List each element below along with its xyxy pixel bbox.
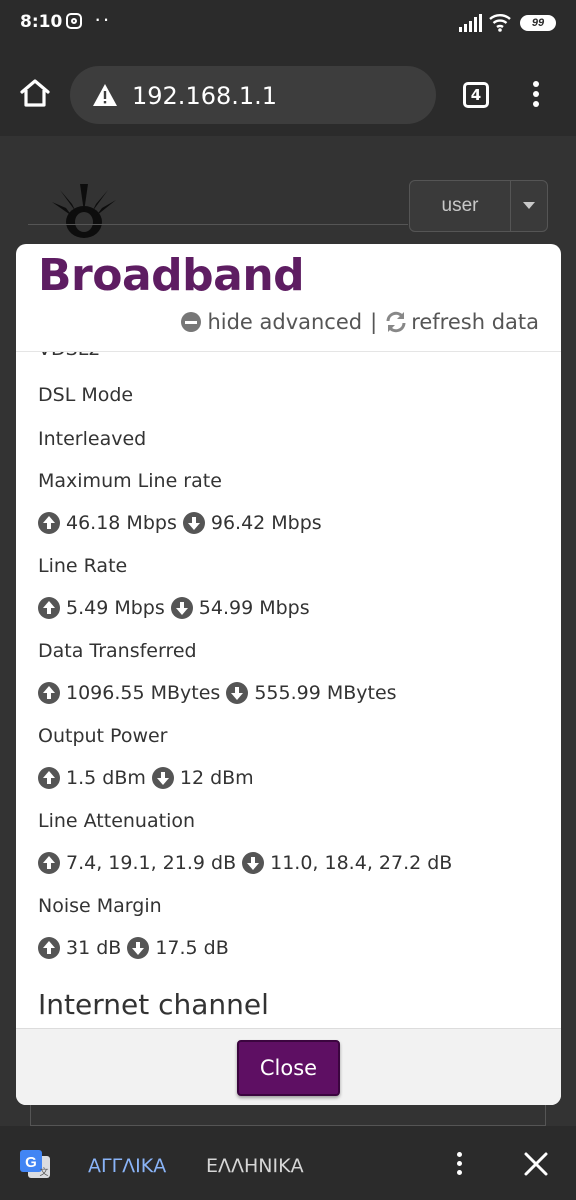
modal-title: Broadband <box>38 250 305 301</box>
status-time: 8:10 <box>20 12 63 32</box>
rate-row: 7.4, 19.1, 21.9 dB 11.0, 18.4, 27.2 dB <box>38 852 452 874</box>
field-value: Interleaved <box>38 428 147 450</box>
rate-row: 46.18 Mbps 96.42 Mbps <box>38 512 322 534</box>
field-label: Data Transferred <box>38 640 197 662</box>
user-role-select[interactable]: user <box>409 180 548 232</box>
signal-icon <box>459 14 482 32</box>
status-bar: 8:10 ·· 99 <box>0 0 576 48</box>
upstream-value: 7.4, 19.1, 21.9 dB <box>66 852 237 874</box>
field-label: Line Rate <box>38 555 128 577</box>
rate-row: 5.49 Mbps 54.99 Mbps <box>38 597 310 619</box>
arrow-down-icon <box>170 597 193 619</box>
field-label: Output Power <box>38 725 168 747</box>
arrow-up-icon <box>38 682 60 704</box>
wifi-icon <box>489 14 511 32</box>
arrow-down-icon <box>182 512 205 534</box>
field-label: Maximum Line rate <box>38 470 222 492</box>
user-role-value[interactable]: user <box>410 181 510 231</box>
url-text[interactable]: 192.168.1.1 <box>132 82 277 110</box>
downstream-value: 12 dBm <box>179 767 254 789</box>
google-translate-icon[interactable]: G 文 <box>18 1148 52 1180</box>
tab-switcher-button[interactable]: 4 <box>463 82 489 108</box>
dsl-type-value: VDSL2 <box>38 352 100 360</box>
arrow-up-icon <box>38 767 60 789</box>
rate-row: 1.5 dBm 12 dBm <box>38 767 254 789</box>
select-divider <box>510 181 511 231</box>
site-logo <box>52 184 116 238</box>
hide-advanced-link[interactable]: hide advanced <box>207 310 362 334</box>
home-icon[interactable] <box>18 78 52 108</box>
field-label: DSL Mode <box>38 384 134 406</box>
address-bar[interactable]: 192.168.1.1 <box>70 66 436 124</box>
target-language-tab[interactable]: ΕΛΛΗΝΙΚΑ <box>206 1155 304 1177</box>
svg-text:G: G <box>25 1154 37 1171</box>
source-language-tab[interactable]: ΑΓΓΛΙΚΑ <box>88 1155 166 1177</box>
close-icon[interactable] <box>522 1150 550 1178</box>
downstream-value: 555.99 MBytes <box>254 682 397 704</box>
arrow-up-icon <box>38 937 60 959</box>
downstream-value: 11.0, 18.4, 27.2 dB <box>270 852 453 874</box>
actions-separator: | <box>370 310 378 334</box>
upstream-value: 31 dB <box>66 937 122 959</box>
chevron-down-icon[interactable] <box>523 202 535 209</box>
warning-icon[interactable] <box>92 83 118 107</box>
translate-bar: G 文 ΑΓΓΛΙΚΑ ΕΛΛΗΝΙΚΑ <box>0 1126 576 1200</box>
arrow-up-icon <box>38 852 60 874</box>
background-panel <box>30 1104 546 1126</box>
rate-row: 31 dB 17.5 dB <box>38 937 229 959</box>
instagram-icon <box>66 13 82 29</box>
battery-icon: 99 <box>520 15 556 31</box>
field-label: Line Attenuation <box>38 810 196 832</box>
downstream-value: 96.42 Mbps <box>210 512 322 534</box>
modal-body[interactable]: VDSL2 DSL Mode Interleaved Maximum Line … <box>16 352 561 1028</box>
upstream-value: 1.5 dBm <box>66 767 146 789</box>
refresh-data-link[interactable]: refresh data <box>411 310 539 334</box>
refresh-icon[interactable] <box>385 311 407 333</box>
more-notifications-icon: ·· <box>94 6 111 31</box>
rate-row: 1096.55 MBytes 555.99 MBytes <box>38 682 397 704</box>
arrow-down-icon <box>242 852 265 874</box>
translate-menu-icon[interactable] <box>449 1152 469 1178</box>
arrow-up-icon <box>38 597 60 619</box>
arrow-down-icon <box>127 937 150 959</box>
browser-menu-icon[interactable] <box>526 81 546 111</box>
section-heading: Internet channel <box>38 988 269 1021</box>
downstream-value: 54.99 Mbps <box>198 597 310 619</box>
downstream-value: 17.5 dB <box>155 937 229 959</box>
upstream-value: 1096.55 MBytes <box>66 682 221 704</box>
arrow-down-icon <box>151 767 174 789</box>
upstream-value: 46.18 Mbps <box>66 512 177 534</box>
minus-circle-icon[interactable] <box>181 312 202 332</box>
modal-footer: Close <box>16 1028 561 1105</box>
upstream-value: 5.49 Mbps <box>66 597 165 619</box>
svg-text:文: 文 <box>39 1166 48 1178</box>
arrow-down-icon <box>226 682 249 704</box>
field-label: Noise Margin <box>38 895 162 917</box>
browser-toolbar: 192.168.1.1 4 <box>0 48 576 136</box>
header-divider <box>28 224 408 225</box>
close-button[interactable]: Close <box>237 1040 340 1096</box>
broadband-modal: Broadband hide advanced | refresh data V… <box>16 244 561 1105</box>
arrow-up-icon <box>38 512 60 534</box>
modal-actions: hide advanced | refresh data <box>181 308 539 336</box>
